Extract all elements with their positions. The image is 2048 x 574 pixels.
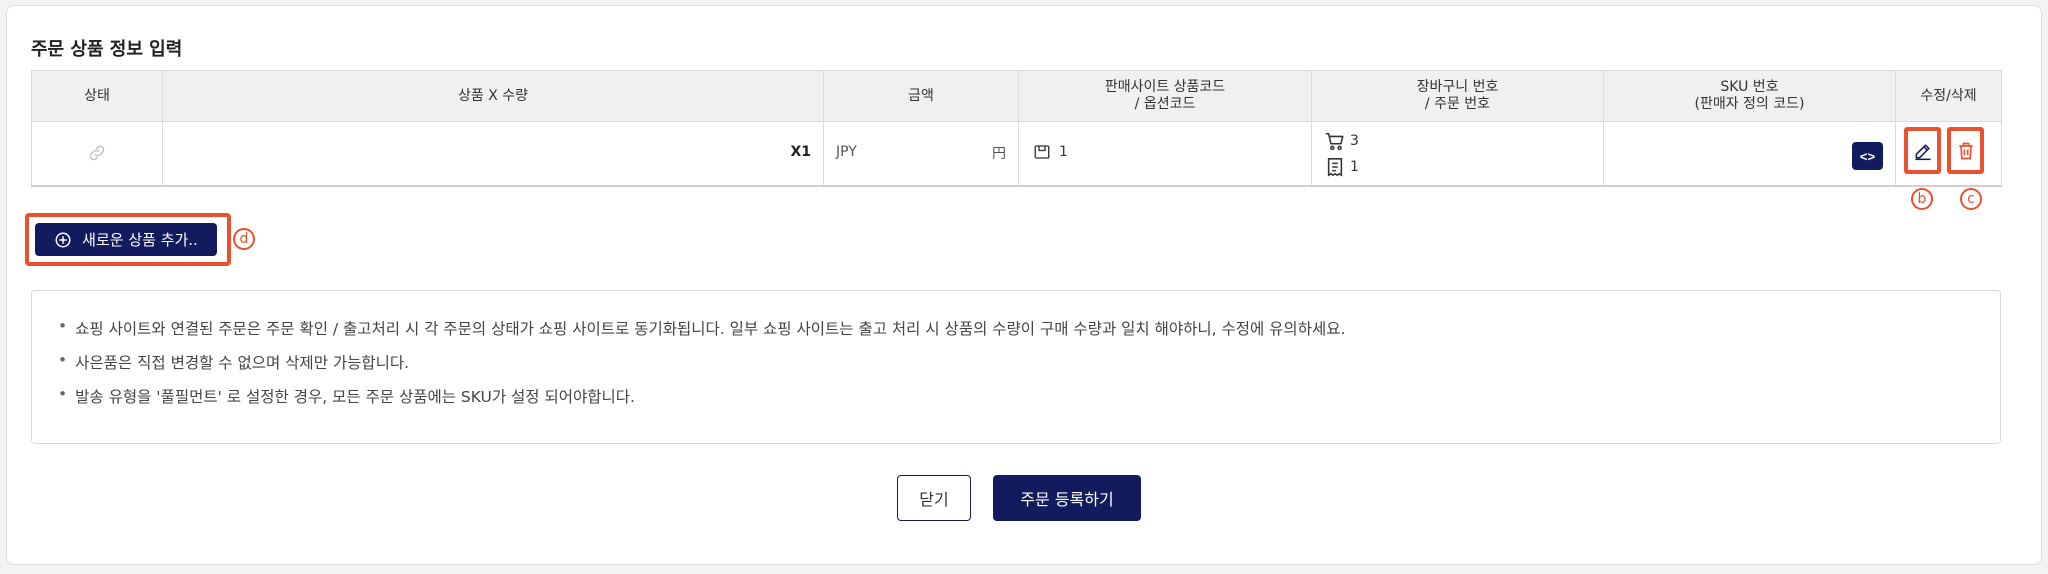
header-amount: 금액 [823,70,1019,122]
order-number: 1 [1350,159,1359,175]
annotation-marker-b: b [1911,188,1933,210]
site-code-wrap: 1 [1033,143,1068,161]
cell-product-qty: X1 [162,121,824,187]
add-product-highlight: 새로운 상품 추가.. [25,213,231,266]
header-cart-order: 장바구니 번호 / 주문 번호 [1311,70,1604,122]
header-cart-line2: / 주문 번호 [1424,96,1491,112]
header-site-code: 판매사이트 상품코드 / 옵션코드 [1018,70,1312,122]
add-product-button[interactable]: 새로운 상품 추가.. [35,223,217,256]
site-code-value: 1 [1059,144,1068,160]
currency-symbol: 円 [992,146,1006,162]
link-icon[interactable] [87,143,107,163]
notice-text: 사은품은 직접 변경할 수 없으며 삭제만 가능합니다. [75,354,410,372]
cell-site-code: 1 [1018,121,1312,187]
barcode-icon [1034,145,1050,159]
close-button[interactable]: 닫기 [897,475,971,521]
cart-lines: 3 1 [1324,128,1359,180]
annotation-marker-c: c [1960,188,1982,210]
table-header-row: 상태 상품 X 수량 금액 판매사이트 상품코드 / 옵션코드 장바구니 번호 … [31,70,2002,122]
notice-item: • 발송 유형을 '풀필먼트' 로 설정한 경우, 모든 주문 상품에는 SKU… [58,385,2000,419]
cell-sku: <> [1603,121,1896,187]
section-title: 주문 상품 정보 입력 [31,39,183,60]
header-cart-line1: 장바구니 번호 [1416,79,1499,95]
notice-box: • 쇼핑 사이트와 연결된 주문은 주문 확인 / 출고처리 시 각 주문의 상… [31,290,2001,444]
bullet: • [58,317,68,335]
header-product-qty: 상품 X 수량 [162,70,824,122]
header-sku: SKU 번호 (판매자 정의 코드) [1603,70,1896,122]
order-items-table: 상태 상품 X 수량 금액 판매사이트 상품코드 / 옵션코드 장바구니 번호 … [31,70,2002,187]
plus-circle-icon [55,232,71,247]
cell-actions [1895,121,2002,187]
annotation-marker-d: d [233,228,255,250]
header-site-code-line1: 판매사이트 상품코드 [1104,79,1226,95]
cart-number: 3 [1350,133,1359,149]
notice-text: 발송 유형을 '풀필먼트' 로 설정한 경우, 모든 주문 상품에는 SKU가 … [75,388,635,406]
action-buttons [1904,127,1984,174]
header-actions: 수정/삭제 [1895,70,2002,122]
cart-line: 3 [1324,128,1359,154]
header-sku-line2: (판매자 정의 코드) [1694,96,1805,112]
delete-button[interactable] [1947,127,1984,174]
pencil-icon [1915,143,1930,160]
sku-code-button[interactable]: <> [1852,142,1883,170]
cart-icon [1325,132,1344,151]
cell-cart-order: 3 1 [1311,121,1604,187]
cell-status [31,121,163,187]
bullet: • [58,351,68,369]
order-line: 1 [1324,154,1359,180]
order-items-panel: 주문 상품 정보 입력 상태 상품 X 수량 금액 판매사이트 상품코드 / 옵… [6,5,2042,565]
quantity: X1 [790,144,811,160]
submit-order-button[interactable]: 주문 등록하기 [993,475,1141,521]
notice-item: • 쇼핑 사이트와 연결된 주문은 주문 확인 / 출고처리 시 각 주문의 상… [58,317,2000,351]
notice-item: • 사은품은 직접 변경할 수 없으며 삭제만 가능합니다. [58,351,2000,385]
trash-icon [1958,142,1973,159]
bullet: • [58,385,68,403]
cell-amount[interactable]: JPY 円 [823,121,1019,187]
receipt-icon [1327,158,1343,177]
header-status: 상태 [31,70,163,122]
notice-text: 쇼핑 사이트와 연결된 주문은 주문 확인 / 출고처리 시 각 주문의 상태가… [75,320,1346,338]
header-site-code-line2: / 옵션코드 [1134,96,1196,112]
code-icon: <> [1859,148,1876,164]
currency-code: JPY [836,144,857,160]
table-row: X1 JPY 円 1 3 1 <> [31,121,2002,187]
edit-button[interactable] [1904,127,1941,174]
add-product-label: 새로운 상품 추가.. [82,231,198,249]
header-sku-line1: SKU 번호 [1720,79,1779,95]
